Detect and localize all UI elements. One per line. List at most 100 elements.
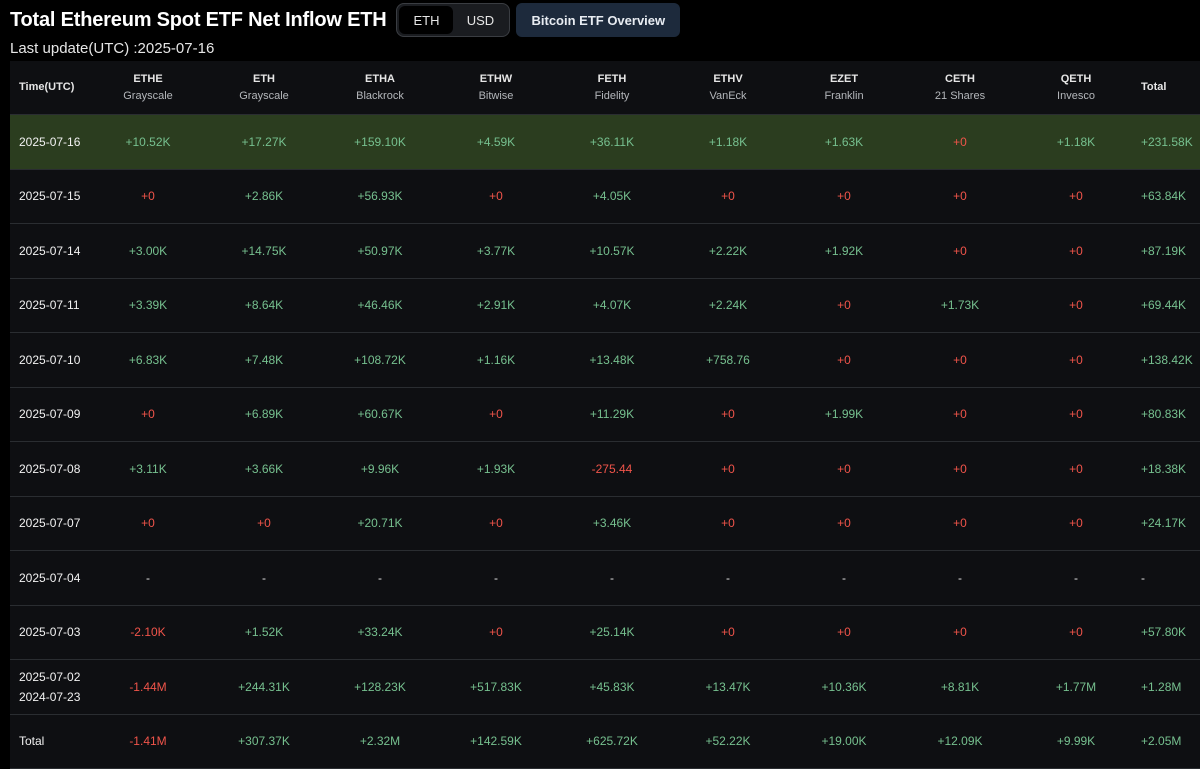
column-header-total: Total (1134, 61, 1200, 115)
table-row: 2025-07-03 -2.10K +1.52K +33.24K +0 +25.14K +0… (10, 605, 1200, 660)
table-header-row: Time(UTC) ETHE Grayscale ETH Grayscale ETHA Bl… (10, 61, 1200, 115)
column-header-ethe: ETHE Grayscale (90, 61, 206, 115)
value-cell: +1.28M (1134, 659, 1200, 715)
value-cell: +19.00K (786, 714, 902, 769)
column-name: ETHW (479, 72, 513, 85)
value-cell: +128.23K (322, 659, 438, 715)
table-row: 2025-07-04- - - - - - - - - - (10, 550, 1200, 606)
value-cell: +0 (786, 496, 902, 551)
value-cell: +14.75K (206, 223, 322, 279)
value-cell: +1.92K (786, 223, 902, 279)
value-cell: +0 (670, 169, 786, 224)
value-cell: +87.19K (1134, 223, 1200, 279)
value-cell: -275.44 (554, 441, 670, 497)
table-row: 2025-07-02 2024-07-23 -1.44M +244.31K +128.2… (10, 659, 1200, 715)
value-cell: +52.22K (670, 714, 786, 769)
value-cell: +0 (786, 441, 902, 497)
value-cell: +24.17K (1134, 496, 1200, 551)
value-cell: +0 (90, 169, 206, 224)
value-cell: +69.44K (1134, 278, 1200, 333)
value-cell: +4.05K (554, 169, 670, 224)
row-date: 2025-07-10 (19, 352, 81, 367)
column-header-feth: FETH Fidelity (554, 61, 670, 115)
value-cell: -2.10K (90, 605, 206, 660)
row-date-cell: 2025-07-11 (10, 278, 90, 333)
value-cell: +0 (670, 441, 786, 497)
column-name: ETHV (713, 72, 743, 85)
column-name: QETH (1060, 72, 1092, 85)
value-cell: +20.71K (322, 496, 438, 551)
column-header-etha: ETHA Blackrock (322, 61, 438, 115)
value-cell: +0 (902, 496, 1018, 551)
column-issuer: Grayscale (123, 89, 173, 102)
table-row: 2025-07-08 +3.11K +3.66K +9.96K +1.93K -275.4… (10, 441, 1200, 497)
row-date: 2025-07-07 (19, 516, 81, 531)
value-cell: +0 (438, 496, 554, 551)
value-cell: - (670, 550, 786, 606)
value-cell: -1.41M (90, 714, 206, 769)
column-header-ethw: ETHW Bitwise (438, 61, 554, 115)
row-date-cell: 2025-07-10 (10, 332, 90, 388)
row-date: 2025-07-08 (19, 461, 81, 476)
value-cell: +0 (786, 332, 902, 388)
usd-toggle-button[interactable]: USD (453, 6, 507, 34)
value-cell: +159.10K (322, 114, 438, 170)
value-cell: +0 (902, 605, 1018, 660)
row-date-cell: 2025-07-07 (10, 496, 90, 551)
row-date-cell: 2025-07-15 (10, 169, 90, 224)
value-cell: - (554, 550, 670, 606)
currency-toggle[interactable]: ETH USD (396, 3, 511, 37)
value-cell: +0 (670, 605, 786, 660)
value-cell: +46.46K (322, 278, 438, 333)
column-name: Time(UTC) (19, 81, 75, 93)
value-cell: +2.86K (206, 169, 322, 224)
column-issuer: Invesco (1057, 89, 1095, 102)
value-cell: +6.89K (206, 387, 322, 442)
value-cell: +0 (1018, 496, 1134, 551)
column-issuer: 21 Shares (934, 89, 986, 102)
value-cell: +56.93K (322, 169, 438, 224)
value-cell: +1.73K (902, 278, 1018, 333)
value-cell: +3.77K (438, 223, 554, 279)
value-cell: +45.83K (554, 659, 670, 715)
value-cell: +2.32M (322, 714, 438, 769)
value-cell: +231.58K (1134, 114, 1200, 170)
value-cell: +2.22K (670, 223, 786, 279)
page-title: Total Ethereum Spot ETF Net Inflow ETH (10, 8, 387, 31)
bitcoin-etf-overview-button[interactable]: Bitcoin ETF Overview (516, 3, 681, 37)
value-cell: +0 (902, 441, 1018, 497)
value-cell: +0 (1018, 387, 1134, 442)
page-header: Total Ethereum Spot ETF Net Inflow ETH E… (10, 2, 681, 38)
column-header-qeth: QETH Invesco (1018, 61, 1134, 115)
value-cell: +758.76 (670, 332, 786, 388)
value-cell: +8.64K (206, 278, 322, 333)
value-cell: -1.44M (90, 659, 206, 715)
column-header-ceth: CETH 21 Shares (902, 61, 1018, 115)
value-cell: +3.39K (90, 278, 206, 333)
value-cell: +0 (902, 387, 1018, 442)
value-cell: +18.38K (1134, 441, 1200, 497)
value-cell: +0 (786, 278, 902, 333)
column-name: ETHE (133, 72, 163, 85)
value-cell: +1.52K (206, 605, 322, 660)
value-cell: +4.07K (554, 278, 670, 333)
value-cell: +0 (438, 169, 554, 224)
column-issuer: Blackrock (356, 89, 404, 102)
value-cell: +0 (1018, 169, 1134, 224)
table-body: 2025-07-16 +10.52K +17.27K +159.10K +4.59K +3… (10, 114, 1200, 769)
value-cell: +9.96K (322, 441, 438, 497)
value-cell: +0 (902, 332, 1018, 388)
value-cell: +3.46K (554, 496, 670, 551)
row-date-cell: 2025-07-09 (10, 387, 90, 442)
row-date-cell: 2025-07-03 (10, 605, 90, 660)
value-cell: +0 (902, 114, 1018, 170)
value-cell: +1.18K (670, 114, 786, 170)
row-date: 2025-07-04 (19, 570, 81, 585)
value-cell: - (322, 550, 438, 606)
column-name: CETH (945, 72, 975, 85)
value-cell: - (786, 550, 902, 606)
value-cell: +1.77M (1018, 659, 1134, 715)
value-cell: +3.11K (90, 441, 206, 497)
eth-toggle-button[interactable]: ETH (399, 6, 454, 34)
value-cell: +10.36K (786, 659, 902, 715)
